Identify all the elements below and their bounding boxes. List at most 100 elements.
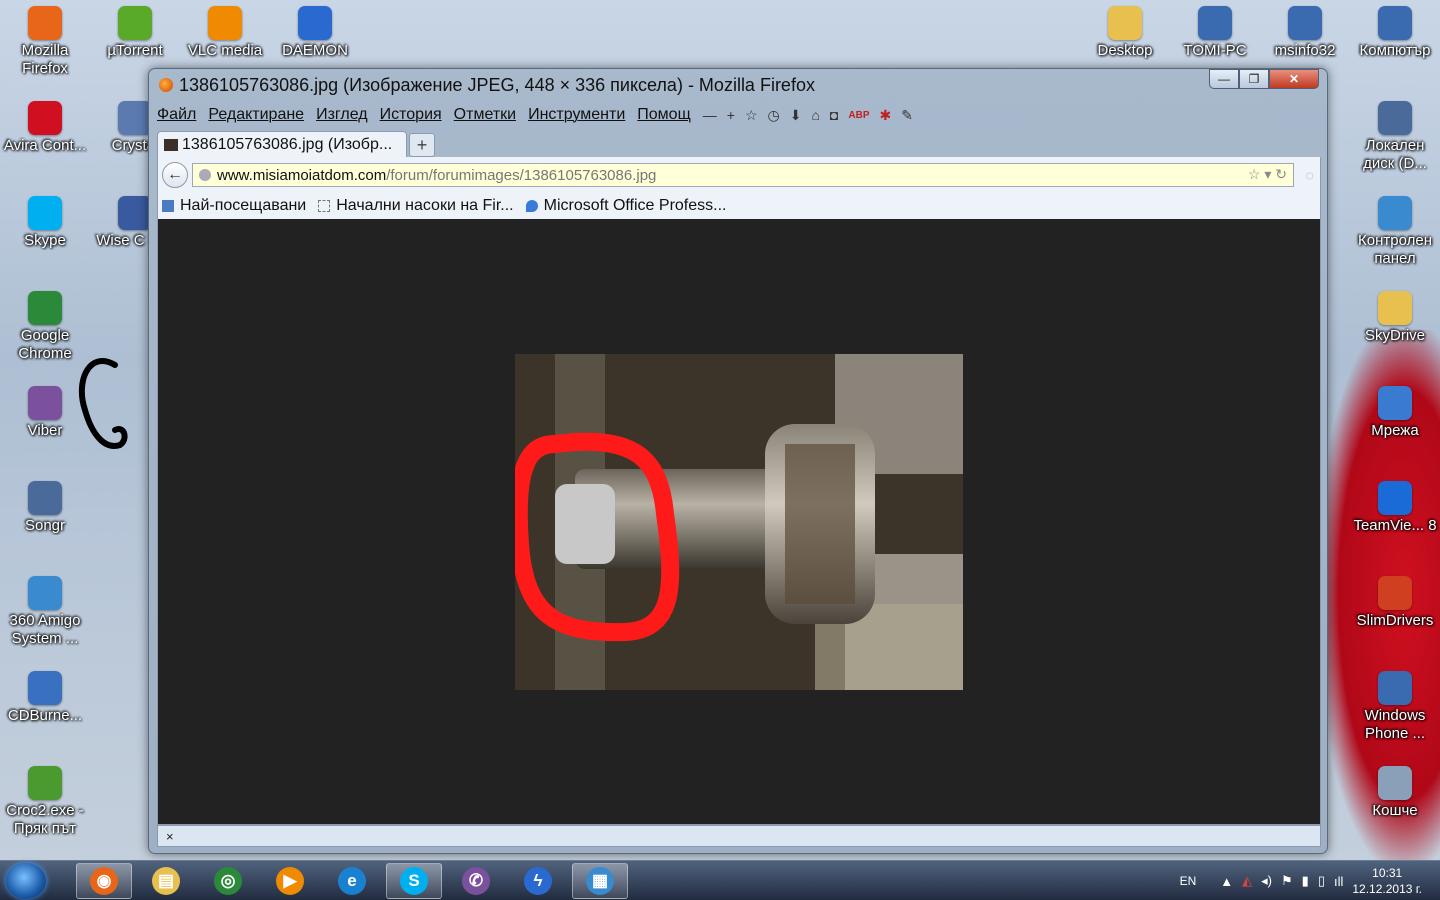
control-icon: ▦ [586, 867, 614, 895]
taskbar-media-button[interactable]: ▶ [262, 863, 318, 899]
firefox-icon: ◉ [90, 867, 118, 895]
taskbar-daemon-button[interactable]: ϟ [510, 863, 566, 899]
menu-history[interactable]: История [380, 106, 442, 124]
close-button[interactable]: ✕ [1269, 69, 1319, 89]
title-bar[interactable]: 1386105763086.jpg (Изображение JPEG, 448… [149, 69, 1327, 101]
download-icon[interactable]: ⬇ [790, 107, 802, 124]
desktop-icon-utorrent[interactable]: µTorrent [91, 6, 179, 60]
desktop-icon-folder[interactable]: Desktop [1081, 6, 1169, 60]
desktop-icon-firefox[interactable]: Mozilla Firefox [1, 6, 89, 78]
pen-icon[interactable]: ✎ [901, 107, 913, 124]
desktop-icon-network-pc[interactable]: TOMI-PC [1171, 6, 1259, 60]
clock-date: 12.12.2013 г. [1352, 882, 1422, 896]
addon-red-icon[interactable]: ✱ [880, 107, 892, 124]
desktop-icon-vlc[interactable]: VLC media [181, 6, 269, 60]
desktop-icon-label: 360 Amigo System ... [9, 612, 81, 647]
volume-icon[interactable]: ◂) [1261, 873, 1272, 889]
tray-show-hidden-icon[interactable]: ▲ [1220, 874, 1233, 889]
zoom-in-icon[interactable]: + [727, 107, 735, 123]
taskbar-ie-button[interactable]: e [324, 863, 380, 899]
action-center-icon[interactable]: ⚑ [1281, 873, 1293, 889]
bookmark-getting-started[interactable]: Начални насоки на Fir... [318, 197, 514, 215]
desktop-icon-label: TeamVie... 8 [1353, 517, 1437, 534]
explorer-icon: ▤ [152, 867, 180, 895]
desktop-icon-avira[interactable]: Avira Cont... [1, 101, 89, 155]
history-icon[interactable]: ◷ [768, 107, 780, 124]
desktop-icon-amigo[interactable]: 360 Amigo System ... [1, 576, 89, 648]
desktop-icon-drive[interactable]: Локален диск (D... [1351, 101, 1439, 173]
desktop-icon-cdburner[interactable]: CDBurne... [1, 671, 89, 725]
desktop-icon-teamviewer[interactable]: TeamVie... 8 [1351, 481, 1439, 535]
clock[interactable]: 10:31 12.12.2013 г. [1352, 865, 1422, 897]
desktop-icon-croc[interactable]: Croc2.exe - Пряк път [1, 766, 89, 838]
wise-icon [118, 196, 152, 230]
tab-image[interactable]: 1386105763086.jpg (Изобр... [157, 131, 407, 157]
desktop-icon-label: msinfo32 [1274, 42, 1336, 59]
desktop-icon-label: Croc2.exe - Пряк път [6, 802, 84, 837]
desktop-icon-skype[interactable]: Skype [1, 196, 89, 250]
menu-bookmarks[interactable]: Отметки [454, 106, 516, 124]
cdburner-icon [28, 671, 62, 705]
taskbar-control-button[interactable]: ▦ [572, 863, 628, 899]
usb-icon[interactable]: ▯ [1318, 873, 1325, 889]
site-identity-icon[interactable] [199, 169, 211, 181]
avira-tray-icon[interactable]: ◭ [1242, 873, 1252, 889]
taskbar-explorer-button[interactable]: ▤ [138, 863, 194, 899]
skydrive-icon [1378, 291, 1412, 325]
bookmark-most-visited[interactable]: Най-посещавани [162, 197, 306, 215]
desktop-icon-skydrive[interactable]: SkyDrive [1351, 291, 1439, 345]
desktop-icon-chrome[interactable]: Google Chrome [1, 291, 89, 363]
network-signal-icon[interactable]: ıll [1334, 874, 1343, 889]
viber-icon [28, 386, 62, 420]
desktop-icon-viber[interactable]: Viber [1, 386, 89, 440]
battery-icon[interactable]: ▮ [1302, 873, 1309, 889]
bookmark-icon[interactable]: ☆ [745, 107, 758, 124]
computer-icon [1378, 6, 1412, 40]
menu-file[interactable]: Файл [157, 106, 196, 124]
desktop-icon-label: Локален диск (D... [1363, 137, 1427, 172]
desktop-icon-songr[interactable]: Songr [1, 481, 89, 535]
desktop-icon-control-panel[interactable]: Контролен панел [1351, 196, 1439, 268]
minimize-button[interactable]: — [1209, 69, 1239, 89]
bookmark-office[interactable]: Microsoft Office Profess... [525, 197, 726, 215]
language-indicator[interactable]: EN [1180, 874, 1197, 888]
desktop-icon-recycle-bin[interactable]: Кошче [1351, 766, 1439, 820]
winphone-icon [1378, 671, 1412, 705]
home-icon[interactable]: ⌂ [811, 107, 819, 123]
desktop-icon-winphone[interactable]: Windows Phone ... [1351, 671, 1439, 743]
desktop-icon-msinfo[interactable]: msinfo32 [1261, 6, 1349, 60]
taskbar-chrome-button[interactable]: ◎ [200, 863, 256, 899]
skype-icon [28, 196, 62, 230]
desktop-icon-daemon[interactable]: DAEMON [271, 6, 359, 60]
firefox-window[interactable]: 1386105763086.jpg (Изображение JPEG, 448… [148, 68, 1328, 854]
maximize-button[interactable]: ❐ [1239, 69, 1269, 89]
zoom-out-icon[interactable]: — [703, 107, 717, 123]
taskbar-skype-button[interactable]: S [386, 863, 442, 899]
menu-help[interactable]: Помощ [637, 106, 690, 124]
bookmark-page-icon [318, 200, 331, 212]
taskbar-viber-button[interactable]: ✆ [448, 863, 504, 899]
viber-icon: ✆ [462, 867, 490, 895]
url-bar[interactable]: www.misiamoiatdom.com/forum/forumimages/… [192, 163, 1294, 187]
desktop-icon-label: Windows Phone ... [1364, 707, 1426, 742]
taskbar-firefox-button[interactable]: ◉ [76, 863, 132, 899]
daemon-icon: ϟ [524, 867, 552, 895]
start-button[interactable] [6, 863, 46, 899]
url-actions-icon[interactable]: ☆ ▾ ↻ [1248, 166, 1287, 183]
teamviewer-icon [1378, 481, 1412, 515]
back-button[interactable]: ← [162, 162, 188, 188]
displayed-image [515, 354, 963, 690]
new-tab-button[interactable]: + [409, 133, 435, 157]
menu-tools[interactable]: Инструменти [528, 106, 625, 124]
firefox-icon [159, 78, 173, 92]
find-bar-close-icon[interactable]: × [166, 829, 174, 844]
avira-icon [28, 101, 62, 135]
menu-edit[interactable]: Редактиране [208, 106, 304, 124]
desktop-icon-network[interactable]: Мрежа [1351, 386, 1439, 440]
menu-view[interactable]: Изглед [316, 106, 368, 124]
image-viewer [157, 219, 1321, 825]
desktop-icon-slimdrivers[interactable]: SlimDrivers [1351, 576, 1439, 630]
adblock-icon[interactable]: ABP [848, 110, 869, 121]
addon-icon[interactable]: ◘ [830, 107, 838, 123]
desktop-icon-computer[interactable]: Компютър [1351, 6, 1439, 60]
